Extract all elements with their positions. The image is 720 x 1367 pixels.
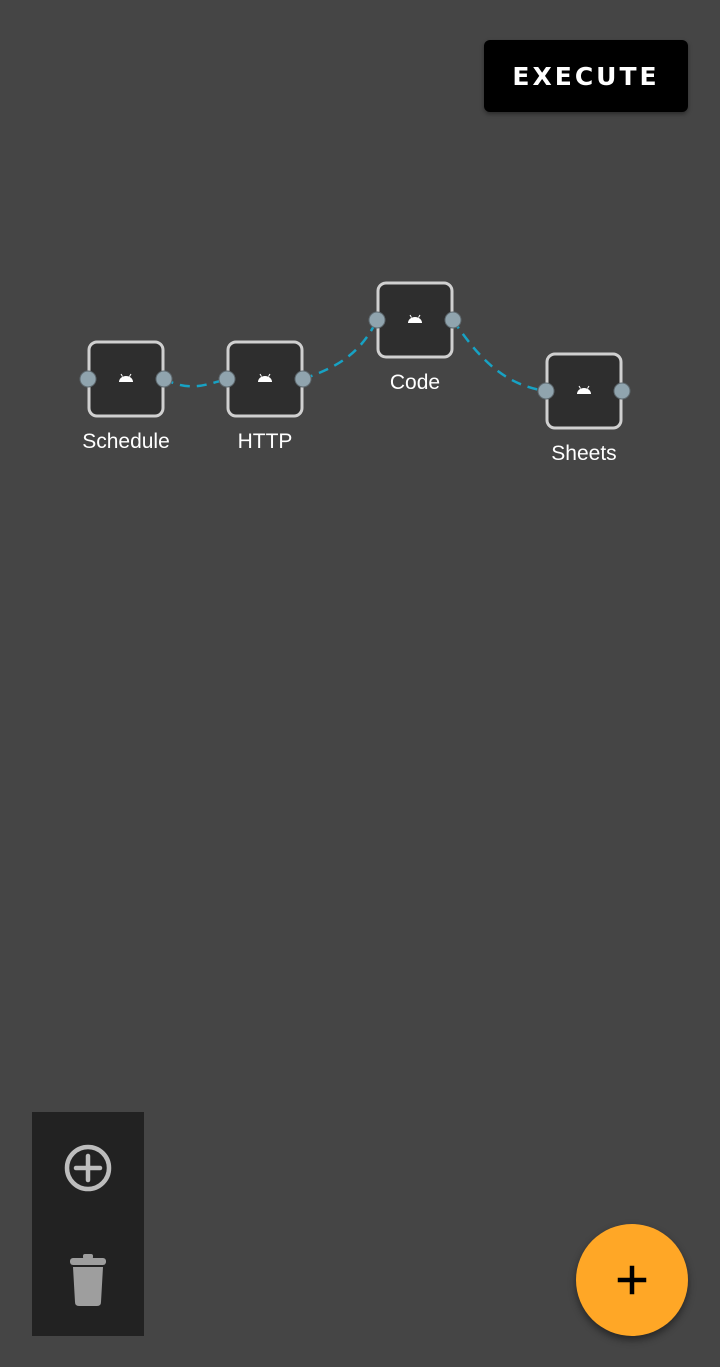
- output-port[interactable]: [613, 382, 631, 400]
- workflow-canvas[interactable]: EXECUTE Schedule HTTP Code Sheets: [0, 0, 720, 1367]
- output-port[interactable]: [155, 370, 173, 388]
- node-label: Schedule: [82, 430, 170, 453]
- node-sheets[interactable]: Sheets: [537, 352, 631, 465]
- input-port[interactable]: [218, 370, 236, 388]
- zoom-toolbar: [32, 1112, 144, 1336]
- output-port[interactable]: [294, 370, 312, 388]
- output-port[interactable]: [444, 311, 462, 329]
- delete-button[interactable]: [32, 1224, 144, 1336]
- plus-icon: [617, 1265, 647, 1295]
- input-port[interactable]: [368, 311, 386, 329]
- node-label: HTTP: [238, 430, 293, 453]
- node-label: Code: [390, 371, 440, 394]
- connector-code-sheets: [451, 319, 547, 393]
- node-code[interactable]: Code: [368, 281, 462, 394]
- input-port[interactable]: [79, 370, 97, 388]
- connector-schedule-http: [163, 377, 228, 388]
- add-fab-button[interactable]: [576, 1224, 688, 1336]
- input-port[interactable]: [537, 382, 555, 400]
- node-schedule[interactable]: Schedule: [79, 340, 173, 453]
- node-http[interactable]: HTTP: [218, 340, 312, 453]
- node-label: Sheets: [551, 442, 616, 465]
- add-node-button[interactable]: [32, 1112, 144, 1224]
- add-circle-icon: [64, 1144, 112, 1192]
- connector-http-code: [302, 319, 379, 381]
- trash-icon: [70, 1254, 106, 1306]
